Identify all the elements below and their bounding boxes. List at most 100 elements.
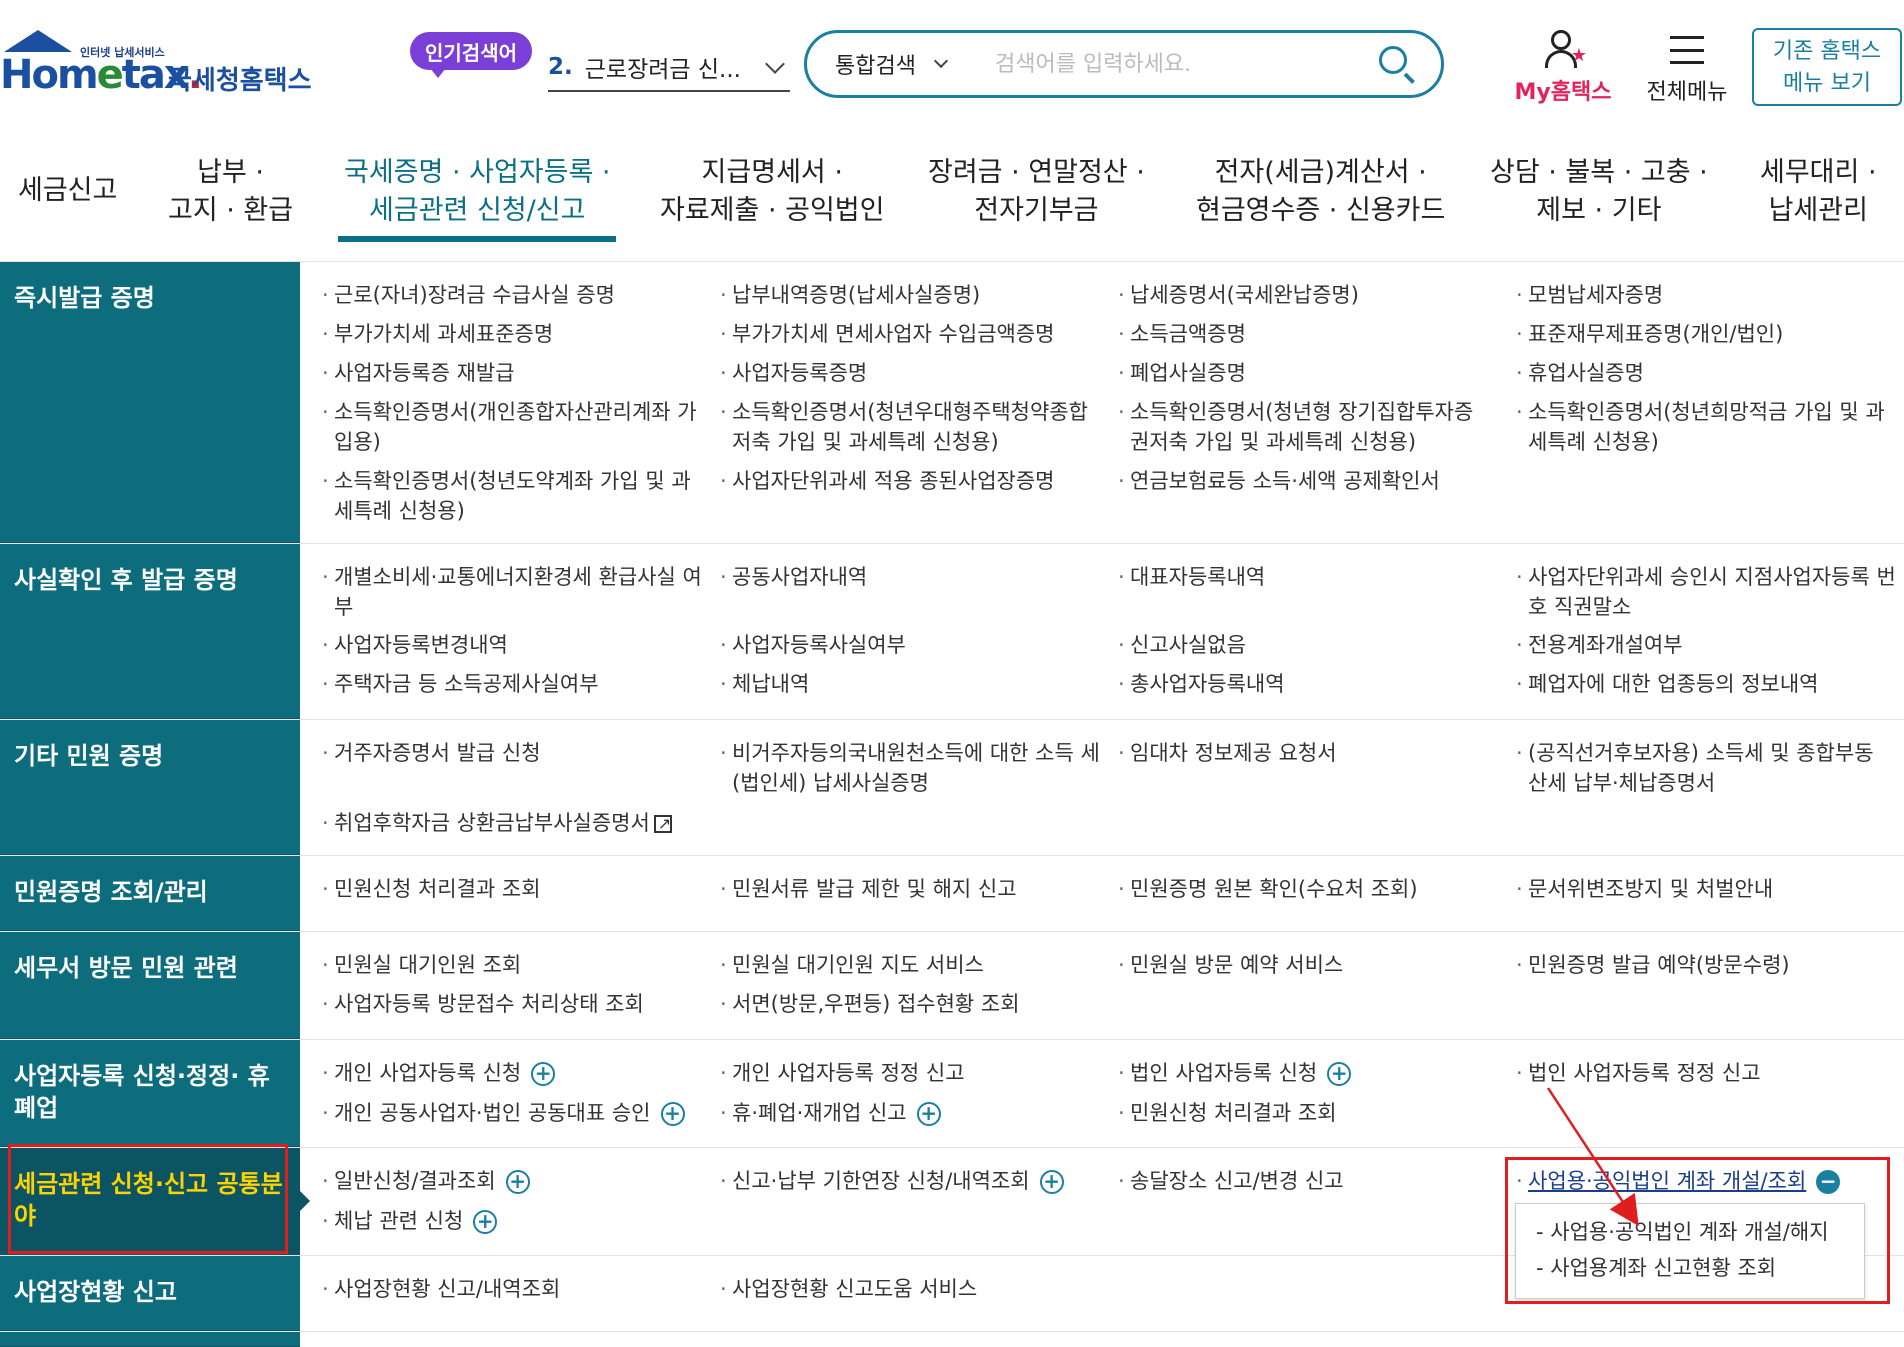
search-input[interactable] (995, 51, 1377, 77)
menu-item[interactable]: 비거주자등의국내원천소득에 대한 소득 세(법인세) 납세사실증명 (720, 738, 1100, 798)
menu-item[interactable]: 법인 사업자등록 정정 신고 (1516, 1058, 1896, 1088)
menu-item[interactable]: 거주자증명서 발급 신청 (322, 738, 702, 768)
menu-item[interactable]: 폐업자에 대한 업종등의 정보내역 (1516, 669, 1896, 699)
popular-rank: 2. (548, 54, 573, 80)
chevron-down-icon (933, 53, 949, 69)
nav-payment[interactable]: 납부 · 고지 · 환급 (168, 154, 293, 230)
menu-item[interactable]: 소득확인증명서(청년우대형주택청약종합 저축 가입 및 과세특례 신청용) (720, 397, 1100, 457)
menu-item[interactable]: 소득금액증명 (1118, 319, 1498, 349)
category-civil-lookup[interactable]: 민원증명 조회/관리 (0, 856, 300, 931)
menu-item[interactable]: (공직선거후보자용) 소득세 및 종합부동 산세 납부·체납증명서 (1516, 738, 1896, 798)
menu-item[interactable]: 부가가치세 면세사업자 수입금액증명 (720, 319, 1100, 349)
expand-plus-icon[interactable]: + (1039, 1170, 1064, 1194)
search-scope-select[interactable]: 통합검색 (835, 48, 985, 80)
logo-roof-icon (4, 30, 72, 52)
nav-tax-report[interactable]: 세금신고 (18, 172, 117, 210)
expand-plus-icon[interactable]: + (1327, 1062, 1352, 1086)
menu-item[interactable]: 사업자등록 방문접수 처리상태 조회 (322, 989, 702, 1019)
menu-item[interactable]: 사업자등록증명 (720, 358, 1100, 388)
menu-row: 기타 민원 증명 거주자증명서 발급 신청 비거주자등의국내원천소득에 대한 소… (0, 720, 1904, 856)
menu-item[interactable]: 법인 사업자등록 신청+ (1118, 1058, 1498, 1088)
popular-search-dropdown[interactable]: 2. 근로장려금 신... (548, 44, 790, 92)
search-icon[interactable] (1377, 44, 1417, 84)
expand-plus-icon[interactable]: + (660, 1102, 685, 1126)
menu-item[interactable]: 납부내역증명(납세사실증명) (720, 280, 1100, 310)
menu-item[interactable]: 근로(자녀)장려금 수급사실 증명 (322, 280, 702, 310)
category-other-civil[interactable]: 기타 민원 증명 (0, 720, 300, 855)
my-hometax-label: My홈택스 (1514, 80, 1612, 105)
menu-item[interactable]: 납세증명서(국세완납증명) (1118, 280, 1498, 310)
menu-item[interactable]: 휴업사실증명 (1516, 358, 1896, 388)
menu-item[interactable]: 민원서류 발급 제한 및 해지 신고 (720, 874, 1100, 904)
category-verified-issue[interactable]: 사실확인 후 발급 증명 (0, 544, 300, 719)
category-next (0, 1332, 300, 1347)
menu-item[interactable]: 민원증명 원본 확인(수요처 조회) (1118, 874, 1498, 904)
menu-item[interactable]: 임대차 정보제공 요청서 (1118, 738, 1498, 768)
menu-item[interactable]: 폐업사실증명 (1118, 358, 1498, 388)
menu-item[interactable]: 송달장소 신고/변경 신고 (1118, 1166, 1498, 1196)
menu-item[interactable]: 사업장현황 신고/내역조회 (322, 1274, 702, 1304)
menu-item[interactable]: 사업자단위과세 승인시 지점사업자등록 번호 직권말소 (1516, 562, 1896, 622)
menu-item[interactable]: 표준재무제표증명(개인/법인) (1516, 319, 1896, 349)
menu-item[interactable]: 민원실 방문 예약 서비스 (1118, 950, 1498, 980)
all-menu-button[interactable]: 전체메뉴 (1632, 32, 1742, 106)
all-menu-label: 전체메뉴 (1646, 80, 1728, 105)
menu-item-external[interactable]: 취업후학자금 상환금납부사실증명서 (322, 808, 722, 839)
nav-statements[interactable]: 지급명세서 · 자료제출 · 공익법인 (660, 154, 884, 230)
nav-certificates[interactable]: 국세증명 · 사업자등록 · 세금관련 신청/신고 (337, 154, 617, 242)
menu-item[interactable]: 개인 사업자등록 신청+ (322, 1058, 702, 1088)
menu-item[interactable]: 소득확인증명서(청년도약계좌 가입 및 과 세특례 신청용) (322, 466, 702, 526)
hamburger-icon (1670, 36, 1704, 64)
category-workplace-report[interactable]: 사업장현황 신고 (0, 1256, 300, 1331)
menu-item[interactable]: 신고사실없음 (1118, 630, 1498, 660)
menu-item[interactable]: 사업자등록변경내역 (322, 630, 702, 660)
menu-item[interactable]: 소득확인증명서(개인종합자산관리계좌 가입용) (322, 397, 702, 457)
menu-item[interactable]: 사업장현황 신고도움 서비스 (720, 1274, 1100, 1304)
menu-item[interactable]: 민원증명 발급 예약(방문수령) (1516, 950, 1896, 980)
category-business-registration[interactable]: 사업자등록 신청·정정· 휴폐업 (0, 1040, 300, 1147)
menu-item[interactable]: 민원실 대기인원 지도 서비스 (720, 950, 1100, 980)
menu-item[interactable]: 총사업자등록내역 (1118, 669, 1498, 699)
chevron-down-icon[interactable] (765, 54, 785, 74)
menu-item[interactable]: 개인 공동사업자·법인 공동대표 승인+ (322, 1098, 722, 1128)
category-instant-issue[interactable]: 즉시발급 증명 (0, 262, 300, 543)
menu-item[interactable]: 문서위변조방지 및 처벌안내 (1516, 874, 1896, 904)
my-hometax-button[interactable]: ★ My홈택스 (1508, 30, 1618, 106)
menu-item[interactable]: 서면(방문,우편등) 접수현황 조회 (720, 989, 1100, 1019)
annotation-highlight-submenu (1505, 1157, 1890, 1304)
expand-plus-icon[interactable]: + (473, 1210, 498, 1234)
menu-item[interactable]: 소득확인증명서(청년형 장기집합투자증 권저축 가입 및 과세특례 신청용) (1118, 397, 1498, 457)
category-office-visit[interactable]: 세무서 방문 민원 관련 (0, 932, 300, 1039)
menu-item[interactable]: 연금보험료등 소득·세액 공제확인서 (1118, 466, 1498, 496)
menu-item[interactable]: 대표자등록내역 (1118, 562, 1498, 592)
old-menu-button[interactable]: 기존 홈택스 메뉴 보기 (1752, 28, 1902, 106)
menu-item[interactable]: 소득확인증명서(청년희망적금 가입 및 과 세특례 신청용) (1516, 397, 1896, 457)
menu-item[interactable]: 사업자등록사실여부 (720, 630, 1100, 660)
menu-item[interactable]: 신고·납부 기한연장 신청/내역조회+ (720, 1166, 1100, 1196)
menu-item[interactable]: 사업자등록증 재발급 (322, 358, 702, 388)
nav-e-invoice[interactable]: 전자(세금)계산서 · 현금영수증 · 신용카드 (1196, 154, 1445, 230)
menu-item[interactable]: 주택자금 등 소득공제사실여부 (322, 669, 702, 699)
menu-item[interactable]: 일반신청/결과조회+ (322, 1166, 702, 1196)
expand-plus-icon[interactable]: + (531, 1062, 556, 1086)
menu-item[interactable]: 민원신청 처리결과 조회 (1118, 1098, 1498, 1128)
menu-item[interactable]: 민원실 대기인원 조회 (322, 950, 702, 980)
menu-item[interactable]: 개인 사업자등록 정정 신고 (720, 1058, 1100, 1088)
menu-item[interactable]: 휴·폐업·재개업 신고+ (720, 1098, 1100, 1128)
menu-item[interactable]: 전용계좌개설여부 (1516, 630, 1896, 660)
menu-item[interactable]: 체납 관련 신청+ (322, 1206, 702, 1236)
main-nav: 세금신고 납부 · 고지 · 환급 국세증명 · 사업자등록 · 세금관련 신청/신… (0, 140, 1904, 262)
nav-incentives[interactable]: 장려금 · 연말정산 · 전자기부금 (928, 154, 1145, 230)
hometax-logo[interactable]: 인터넷 납세서비스 Hometax. 국세청홈택스 (0, 30, 320, 100)
menu-item[interactable]: 민원신청 처리결과 조회 (322, 874, 702, 904)
menu-item[interactable]: 개별소비세·교통에너지환경세 환급사실 여부 (322, 562, 702, 622)
expand-plus-icon[interactable]: + (916, 1102, 941, 1126)
menu-item[interactable]: 사업자단위과세 적용 종된사업장증명 (720, 466, 1100, 496)
expand-plus-icon[interactable]: + (505, 1170, 530, 1194)
menu-item[interactable]: 부가가치세 과세표준증명 (322, 319, 702, 349)
menu-item[interactable]: 모범납세자증명 (1516, 280, 1896, 310)
nav-tax-agent[interactable]: 세무대리 · 납세관리 (1760, 154, 1877, 230)
menu-item[interactable]: 체납내역 (720, 669, 1100, 699)
nav-consulting[interactable]: 상담 · 불복 · 고충 · 제보 · 기타 (1490, 154, 1708, 230)
menu-item[interactable]: 공동사업자내역 (720, 562, 1100, 592)
